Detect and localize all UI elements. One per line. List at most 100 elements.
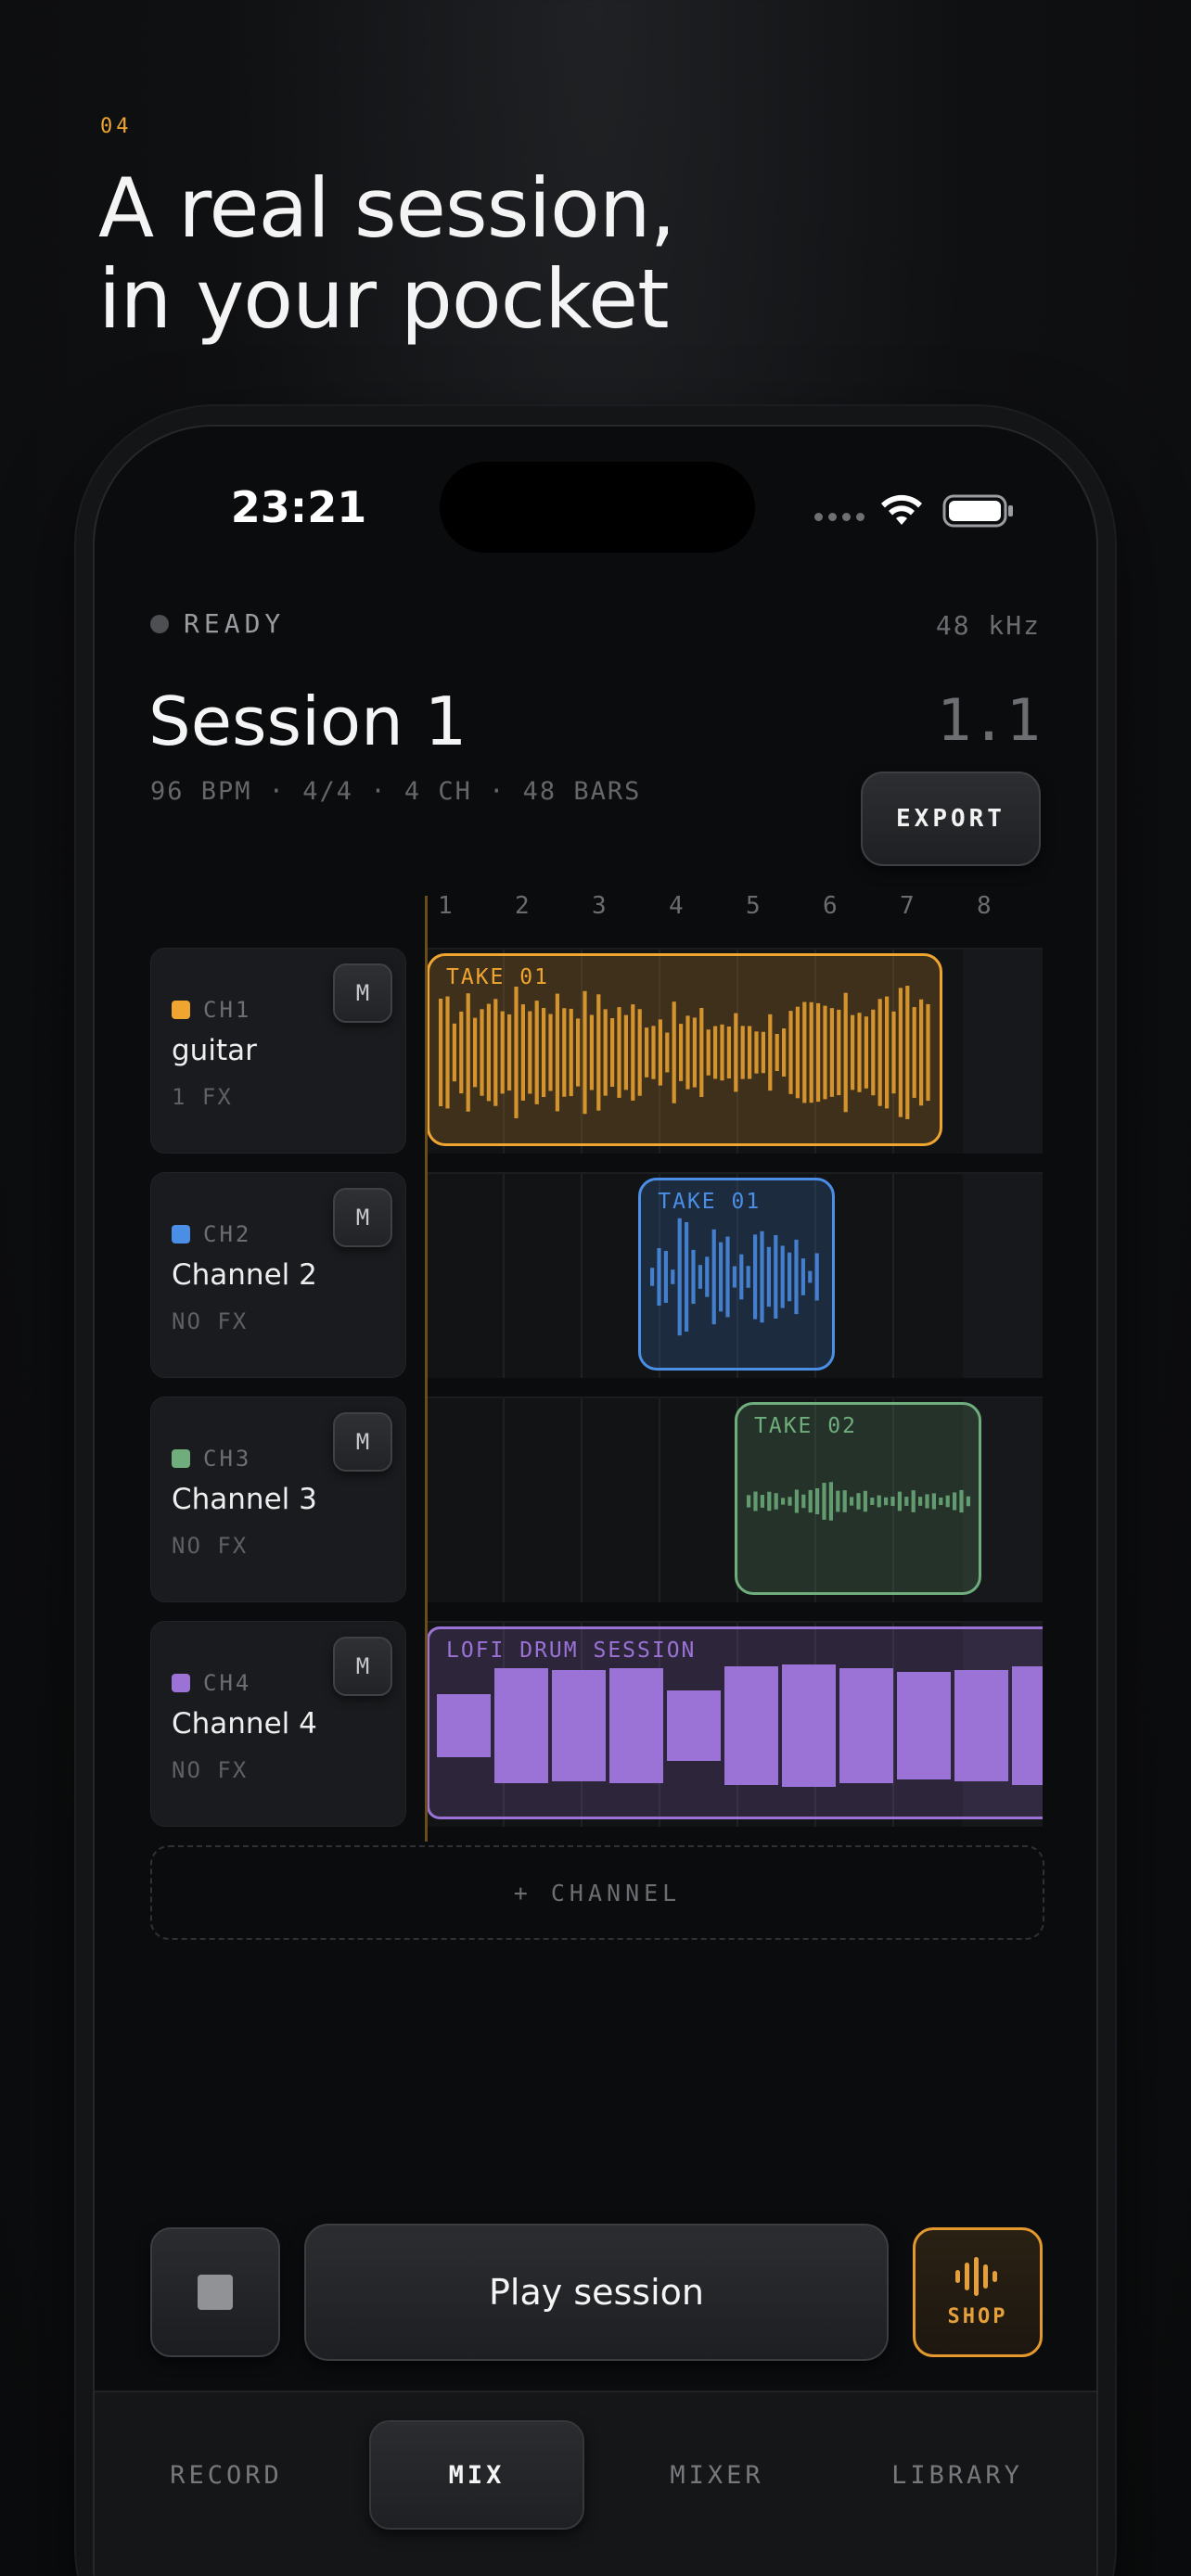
waveform-bar xyxy=(473,1017,478,1088)
waveform-bar xyxy=(657,1248,661,1306)
audio-clip[interactable]: TAKE 01 xyxy=(638,1178,835,1371)
waveform-bar xyxy=(794,1489,799,1513)
waveform-bar xyxy=(782,1028,787,1077)
channel-card-ch1[interactable]: CH1 guitar 1 FX M xyxy=(150,948,406,1154)
waveform-bar xyxy=(877,1495,881,1508)
waveform-bar xyxy=(794,1239,799,1315)
waveform-bar xyxy=(814,1253,820,1301)
shop-button[interactable]: SHOP xyxy=(913,2227,1043,2357)
waveform-bar xyxy=(953,1492,957,1511)
waveform-bar xyxy=(439,998,443,1107)
shop-label: SHOP xyxy=(947,2304,1008,2328)
bar-number[interactable]: 3 xyxy=(592,892,607,920)
waveform-bar xyxy=(939,1497,943,1506)
stop-icon xyxy=(198,2275,233,2310)
channel-code-label: CH1 xyxy=(203,997,252,1023)
tab-mixer[interactable]: MIXER xyxy=(609,2420,825,2530)
waveform-bar xyxy=(542,1007,546,1098)
waveform-bar xyxy=(747,1495,751,1508)
waveform-bar xyxy=(514,987,519,1118)
track-lane[interactable]: TAKE 01 xyxy=(427,1172,1043,1378)
waveform-bar xyxy=(808,1270,813,1283)
channel-card-ch2[interactable]: CH2 Channel 2 NO FX M xyxy=(150,1172,406,1378)
drum-hit-block xyxy=(897,1672,951,1779)
bar-number[interactable]: 1 xyxy=(438,892,453,920)
waveform-bar xyxy=(828,1482,833,1521)
channel-code: CH2 xyxy=(172,1221,251,1247)
audio-clip[interactable]: LOFI DRUM SESSION xyxy=(427,1626,1043,1819)
waveform-bar xyxy=(748,1026,752,1079)
waveform-bar xyxy=(767,1491,772,1511)
play-session-button[interactable]: Play session xyxy=(304,2224,889,2361)
tab-library[interactable]: LIBRARY xyxy=(850,2420,1065,2530)
clip-label: TAKE 02 xyxy=(754,1414,857,1438)
waveform-bar xyxy=(877,999,882,1106)
bar-number[interactable]: 4 xyxy=(669,892,684,920)
bar-number[interactable]: 7 xyxy=(900,892,915,920)
waveform-bar xyxy=(596,994,601,1111)
track-lane[interactable]: LOFI DRUM SESSION xyxy=(427,1621,1043,1827)
waveform-bar xyxy=(775,1033,779,1072)
export-button[interactable]: EXPORT xyxy=(861,772,1041,866)
track-lane[interactable]: TAKE 02 xyxy=(427,1396,1043,1602)
bar-number[interactable]: 2 xyxy=(515,892,530,920)
channel-fx: 1 FX xyxy=(172,1084,233,1110)
waveform-bar xyxy=(851,1014,855,1090)
waveform-bar xyxy=(493,999,498,1106)
waveform-bar xyxy=(548,1014,553,1091)
waveform-bar xyxy=(623,1014,628,1090)
add-channel-button[interactable]: + CHANNEL xyxy=(150,1845,1044,1940)
wifi-icon xyxy=(881,494,922,525)
waveform-bar xyxy=(822,1483,826,1520)
track-lane[interactable]: TAKE 01 xyxy=(427,948,1043,1154)
waveform-bar xyxy=(802,1001,807,1103)
channel-card-ch3[interactable]: CH3 Channel 3 NO FX M xyxy=(150,1396,406,1602)
audio-clip[interactable]: TAKE 02 xyxy=(735,1402,981,1595)
promo-headline-line-1: A real session, xyxy=(98,160,676,256)
channel-card-ch4[interactable]: CH4 Channel 4 NO FX M xyxy=(150,1621,406,1827)
stop-button[interactable] xyxy=(150,2227,280,2357)
bar-number[interactable]: 8 xyxy=(977,892,992,920)
mute-button[interactable]: M xyxy=(333,1637,392,1696)
bar-number[interactable]: 5 xyxy=(746,892,761,920)
lane-end-region xyxy=(963,1174,1043,1378)
waveform-bar xyxy=(569,1008,573,1097)
waveform-bar xyxy=(507,1014,512,1091)
playhead-line[interactable] xyxy=(425,896,428,1842)
mute-button[interactable]: M xyxy=(333,1188,392,1247)
waveform-bar xyxy=(816,1002,821,1103)
waveform-bar xyxy=(829,1008,834,1097)
clip-label: LOFI DRUM SESSION xyxy=(446,1639,697,1663)
session-title[interactable]: Session 1 xyxy=(148,682,467,760)
waveform-bar xyxy=(725,1236,730,1318)
waveform-bar xyxy=(705,1256,710,1297)
battery-icon xyxy=(942,494,1013,528)
audio-clip[interactable]: TAKE 01 xyxy=(427,953,943,1146)
drum-hit-block xyxy=(954,1670,1008,1781)
bar-number[interactable]: 6 xyxy=(823,892,838,920)
mute-button[interactable]: M xyxy=(333,1412,392,1472)
phone-screen: 23:21 READY 48 kHz Session 1 1.1 96 BPM … xyxy=(93,425,1098,2576)
tab-mix[interactable]: MIX xyxy=(369,2420,584,2530)
waveform-bar xyxy=(691,1249,696,1305)
sample-rate: 48 kHz xyxy=(935,610,1041,641)
mute-button[interactable]: M xyxy=(333,963,392,1023)
waveform-bar xyxy=(843,992,848,1113)
waveform-bar xyxy=(665,1032,670,1073)
waveform-bar xyxy=(856,1493,861,1510)
waveform-bar xyxy=(815,1487,820,1515)
waveform-bar xyxy=(788,1252,792,1302)
waveform-bar xyxy=(871,1009,876,1096)
channel-color-swatch xyxy=(172,1001,190,1019)
bar-ruler[interactable]: 1 2 3 4 5 6 7 8 xyxy=(427,892,1043,929)
waveform-bar xyxy=(945,1495,950,1508)
waveform-bar xyxy=(760,1231,764,1323)
tab-record[interactable]: RECORD xyxy=(119,2420,334,2530)
waveform-bar xyxy=(890,1497,895,1506)
waveform-bar xyxy=(926,1003,930,1102)
waveform-bar xyxy=(576,1018,581,1087)
waveform-bar xyxy=(885,996,890,1109)
waveform-bar xyxy=(864,1016,868,1089)
waveform-bar xyxy=(466,993,470,1112)
waveform-bar xyxy=(637,1009,642,1096)
